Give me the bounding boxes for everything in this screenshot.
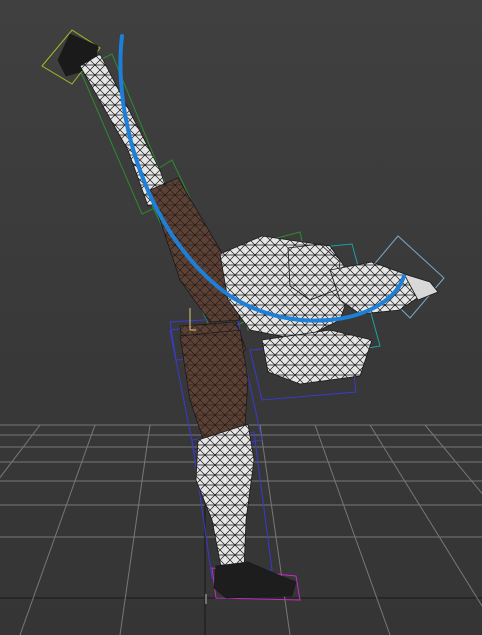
forearm-mesh <box>261 329 373 385</box>
3d-viewport[interactable] <box>0 0 482 635</box>
character-mesh[interactable] <box>57 33 439 599</box>
standing-foot-mesh <box>213 561 297 599</box>
raised-thigh-mesh <box>149 177 241 323</box>
raised-shin-mesh <box>79 53 171 207</box>
viewport-canvas[interactable] <box>0 0 482 635</box>
